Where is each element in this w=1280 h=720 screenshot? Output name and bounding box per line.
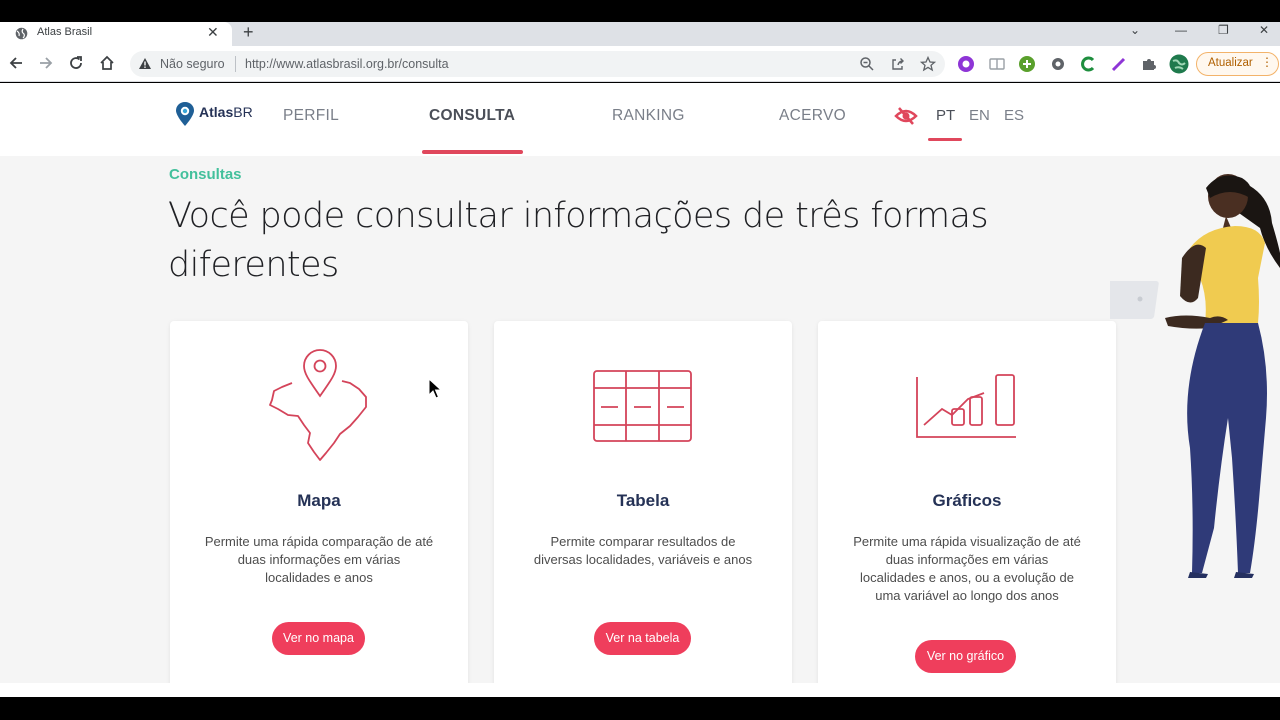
profile-icon[interactable] xyxy=(1169,54,1189,74)
nav-consulta[interactable]: CONSULTA xyxy=(429,107,515,125)
warning-icon[interactable] xyxy=(138,57,152,70)
card-title: Gráficos xyxy=(932,491,1002,510)
reload-icon[interactable] xyxy=(67,54,85,72)
zoom-icon[interactable] xyxy=(859,56,875,72)
card-description: Permite uma rápida comparação de até dua… xyxy=(204,534,434,585)
page-bottom-edge xyxy=(0,683,1280,697)
nav-ranking[interactable]: RANKING xyxy=(612,107,685,125)
globe-icon xyxy=(15,27,28,40)
tab-strip: Atlas Brasil ✕ + ⌄ — ❐ ✕ xyxy=(0,22,1280,46)
extension-c-icon[interactable] xyxy=(1079,55,1097,73)
minimize-icon[interactable]: — xyxy=(1175,23,1187,37)
forward-icon[interactable] xyxy=(37,54,55,72)
lang-es[interactable]: ES xyxy=(1004,107,1024,124)
atlas-logo[interactable]: AtlasBR xyxy=(175,101,253,132)
share-icon[interactable] xyxy=(890,56,906,72)
brazil-map-pin-icon xyxy=(269,349,367,461)
close-window-icon[interactable]: ✕ xyxy=(1259,23,1269,37)
woman-with-laptop-illustration xyxy=(1110,174,1280,578)
card-tabela: Tabela Permite comparar resultados de di… xyxy=(494,321,792,683)
browser-toolbar: Não seguro http://www.atlasbrasil.org.br… xyxy=(0,46,1280,82)
back-icon[interactable] xyxy=(7,54,25,72)
chart-icon xyxy=(916,374,1016,438)
star-icon[interactable] xyxy=(920,56,936,72)
new-tab-icon[interactable]: + xyxy=(243,22,254,43)
card-description: Permite uma rápida visualização de até d… xyxy=(853,534,1081,603)
card-description: Permite comparar resultados de diversas … xyxy=(533,534,753,567)
address-bar[interactable]: Não seguro http://www.atlasbrasil.org.br… xyxy=(130,51,945,77)
extension-purple-icon[interactable] xyxy=(957,55,975,73)
extension-green-icon[interactable] xyxy=(1018,55,1036,73)
tab-close-icon[interactable]: ✕ xyxy=(207,24,219,41)
site-header: AtlasBR PERFIL CONSULTA RANKING ACERVO P… xyxy=(0,83,1280,156)
ver-no-mapa-button[interactable]: Ver no mapa xyxy=(272,622,365,655)
mouse-cursor-icon xyxy=(428,378,442,399)
extension-gear-icon[interactable] xyxy=(1049,55,1067,73)
extension-pen-icon[interactable] xyxy=(1110,55,1128,73)
ver-na-tabela-button[interactable]: Ver na tabela xyxy=(594,622,691,655)
card-graficos: Gráficos Permite uma rápida visualização… xyxy=(818,321,1116,683)
page-headline: Você pode consultar informações de três … xyxy=(168,196,989,285)
url-separator xyxy=(235,56,236,72)
extension-reader-icon[interactable] xyxy=(988,55,1006,73)
ver-no-grafico-button[interactable]: Ver no gráfico xyxy=(915,640,1016,673)
puzzle-icon[interactable] xyxy=(1140,55,1158,73)
card-title: Mapa xyxy=(297,491,341,510)
table-icon xyxy=(593,370,692,442)
accessibility-eye-icon[interactable] xyxy=(893,105,919,127)
home-icon[interactable] xyxy=(98,54,116,72)
update-button[interactable]: Atualizar ⋮ xyxy=(1196,52,1279,76)
section-tag: Consultas xyxy=(169,166,242,183)
screen: Atlas Brasil ✕ + ⌄ — ❐ ✕ Não seguro http… xyxy=(0,0,1280,720)
location-pin-logo-icon xyxy=(176,102,194,126)
tab-title: Atlas Brasil xyxy=(37,26,93,38)
menu-dots-icon[interactable]: ⋮ xyxy=(1261,55,1273,69)
nav-acervo[interactable]: ACERVO xyxy=(779,107,846,125)
update-label: Atualizar xyxy=(1208,57,1253,69)
card-title: Tabela xyxy=(616,491,670,510)
main-content: Consultas Você pode consultar informaçõe… xyxy=(0,156,1280,683)
nav-perfil[interactable]: PERFIL xyxy=(283,107,339,125)
active-nav-indicator xyxy=(422,150,523,154)
lang-en[interactable]: EN xyxy=(969,107,990,124)
security-label[interactable]: Não seguro xyxy=(160,57,225,71)
browser-tab[interactable]: Atlas Brasil ✕ xyxy=(0,22,232,46)
logo-text: AtlasBR xyxy=(199,104,253,120)
tab-search-icon[interactable]: ⌄ xyxy=(1130,23,1140,37)
active-lang-indicator xyxy=(928,138,962,141)
restore-icon[interactable]: ❐ xyxy=(1218,23,1229,37)
card-mapa: Mapa Permite uma rápida comparação de at… xyxy=(170,321,468,683)
url-text[interactable]: http://www.atlasbrasil.org.br/consulta xyxy=(245,57,449,71)
lang-pt[interactable]: PT xyxy=(936,107,955,124)
